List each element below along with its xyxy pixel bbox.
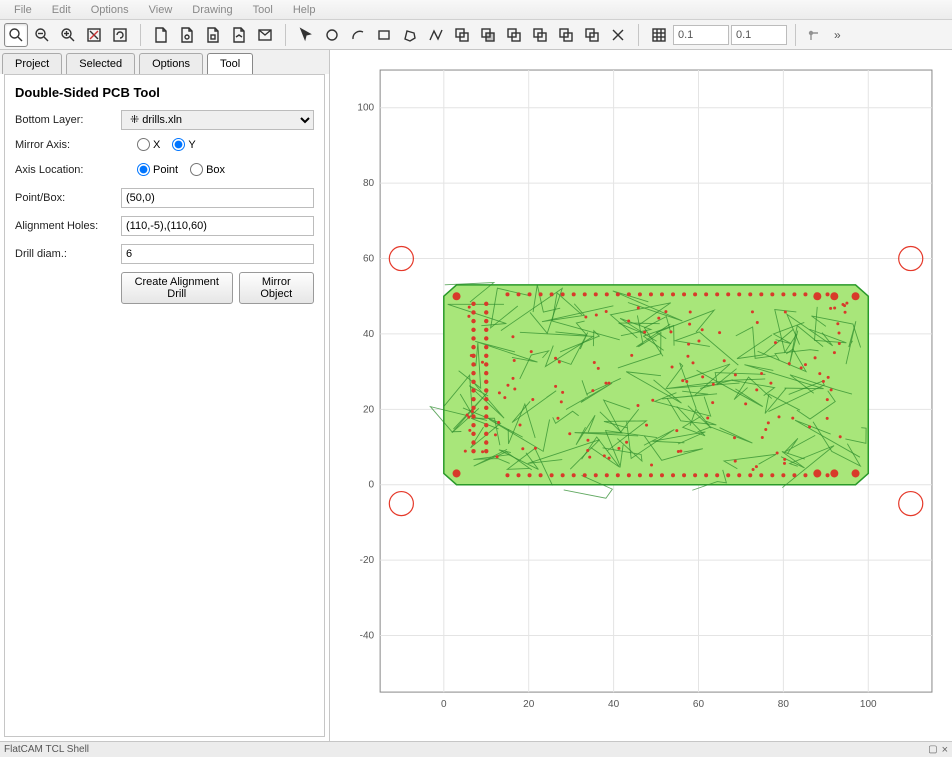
replot-button[interactable]	[108, 23, 132, 47]
menu-options[interactable]: Options	[81, 4, 139, 16]
tab-selected[interactable]: Selected	[66, 53, 135, 74]
toolbar-overflow-icon[interactable]: »	[830, 28, 845, 42]
union-button[interactable]	[450, 23, 474, 47]
mirror-y-radio[interactable]: Y	[172, 138, 195, 151]
tab-project[interactable]: Project	[2, 53, 62, 74]
draw-circle-button[interactable]	[320, 23, 344, 47]
drill-diam-label: Drill diam.:	[15, 248, 115, 260]
svg-text:40: 40	[608, 699, 620, 710]
svg-text:40: 40	[363, 329, 375, 340]
alignment-holes-label: Alignment Holes:	[15, 220, 115, 232]
create-alignment-drill-button[interactable]: Create Alignment Drill	[121, 272, 233, 304]
statusbar: FlatCAM TCL Shell ▢ ×	[0, 741, 952, 757]
tabstrip: Project Selected Options Tool	[0, 50, 329, 74]
menu-help[interactable]: Help	[283, 4, 326, 16]
toolbar: »	[0, 20, 952, 50]
sidebar: Project Selected Options Tool Double-Sid…	[0, 50, 330, 741]
draw-polygon-button[interactable]	[398, 23, 422, 47]
pointbox-label: Point/Box:	[15, 192, 115, 204]
main-area: Project Selected Options Tool Double-Sid…	[0, 50, 952, 741]
svg-text:0: 0	[369, 480, 375, 491]
panel-title: Double-Sided PCB Tool	[15, 85, 314, 100]
svg-text:100: 100	[860, 699, 877, 710]
zoom-out-button[interactable]	[30, 23, 54, 47]
clear-plot-button[interactable]	[82, 23, 106, 47]
bottom-layer-select[interactable]: ⁜ drills.xln	[121, 110, 314, 130]
svg-text:60: 60	[363, 254, 375, 265]
tool-panel: Double-Sided PCB Tool Bottom Layer: ⁜ dr…	[4, 74, 325, 737]
svg-text:80: 80	[778, 699, 790, 710]
svg-text:20: 20	[363, 404, 375, 415]
grid-x-input[interactable]	[673, 25, 729, 45]
svg-text:80: 80	[363, 178, 375, 189]
draw-path-button[interactable]	[424, 23, 448, 47]
new-file-button[interactable]	[149, 23, 173, 47]
grid-button[interactable]	[647, 23, 671, 47]
svg-text:0: 0	[441, 699, 447, 710]
tab-tool[interactable]: Tool	[207, 53, 253, 74]
plot-canvas[interactable]: 0 20 40 60 80 100 -40 -20 0 20 40 60 80 100	[330, 50, 952, 741]
zoom-in-button[interactable]	[56, 23, 80, 47]
draw-arc-button[interactable]	[346, 23, 370, 47]
svg-text:-20: -20	[360, 555, 375, 566]
open-gerber-button[interactable]	[175, 23, 199, 47]
menu-tool[interactable]: Tool	[243, 4, 283, 16]
cut-path-button[interactable]	[528, 23, 552, 47]
loc-box-radio[interactable]: Box	[190, 163, 225, 176]
draw-rect-button[interactable]	[372, 23, 396, 47]
svg-text:-40: -40	[360, 631, 375, 642]
svg-text:60: 60	[693, 699, 705, 710]
menu-view[interactable]: View	[139, 4, 183, 16]
menu-drawing[interactable]: Drawing	[182, 4, 242, 16]
open-gcode-button[interactable]	[227, 23, 251, 47]
menu-edit[interactable]: Edit	[42, 4, 81, 16]
subtract-button[interactable]	[502, 23, 526, 47]
status-right: ▢ ×	[928, 744, 948, 756]
mirror-axis-label: Mirror Axis:	[15, 139, 115, 151]
menu-file[interactable]: File	[4, 4, 42, 16]
intersect-button[interactable]	[476, 23, 500, 47]
drill-diam-input[interactable]	[121, 244, 314, 264]
copy-geo-button[interactable]	[554, 23, 578, 47]
menubar: File Edit Options View Drawing Tool Help	[0, 0, 952, 20]
dock-close-icon[interactable]: ×	[942, 744, 948, 756]
loc-point-radio[interactable]: Point	[137, 163, 178, 176]
alignment-holes-input[interactable]	[121, 216, 314, 236]
move-geo-button[interactable]	[580, 23, 604, 47]
zoom-fit-button[interactable]	[4, 23, 28, 47]
bottom-layer-label: Bottom Layer:	[15, 114, 115, 126]
mirror-object-button[interactable]: Mirror Object	[239, 272, 314, 304]
pointbox-input[interactable]	[121, 188, 314, 208]
grid-y-input[interactable]	[731, 25, 787, 45]
status-shell-label[interactable]: FlatCAM TCL Shell	[4, 744, 89, 755]
axis-location-label: Axis Location:	[15, 164, 115, 176]
open-excellon-button[interactable]	[201, 23, 225, 47]
svg-text:20: 20	[523, 699, 535, 710]
tab-options[interactable]: Options	[139, 53, 203, 74]
dock-restore-icon[interactable]: ▢	[928, 744, 937, 755]
select-button[interactable]	[294, 23, 318, 47]
mirror-x-radio[interactable]: X	[137, 138, 160, 151]
svg-text:100: 100	[357, 103, 374, 114]
delete-geo-button[interactable]	[606, 23, 630, 47]
corner-snap-button[interactable]	[804, 23, 828, 47]
save-project-button[interactable]	[253, 23, 277, 47]
